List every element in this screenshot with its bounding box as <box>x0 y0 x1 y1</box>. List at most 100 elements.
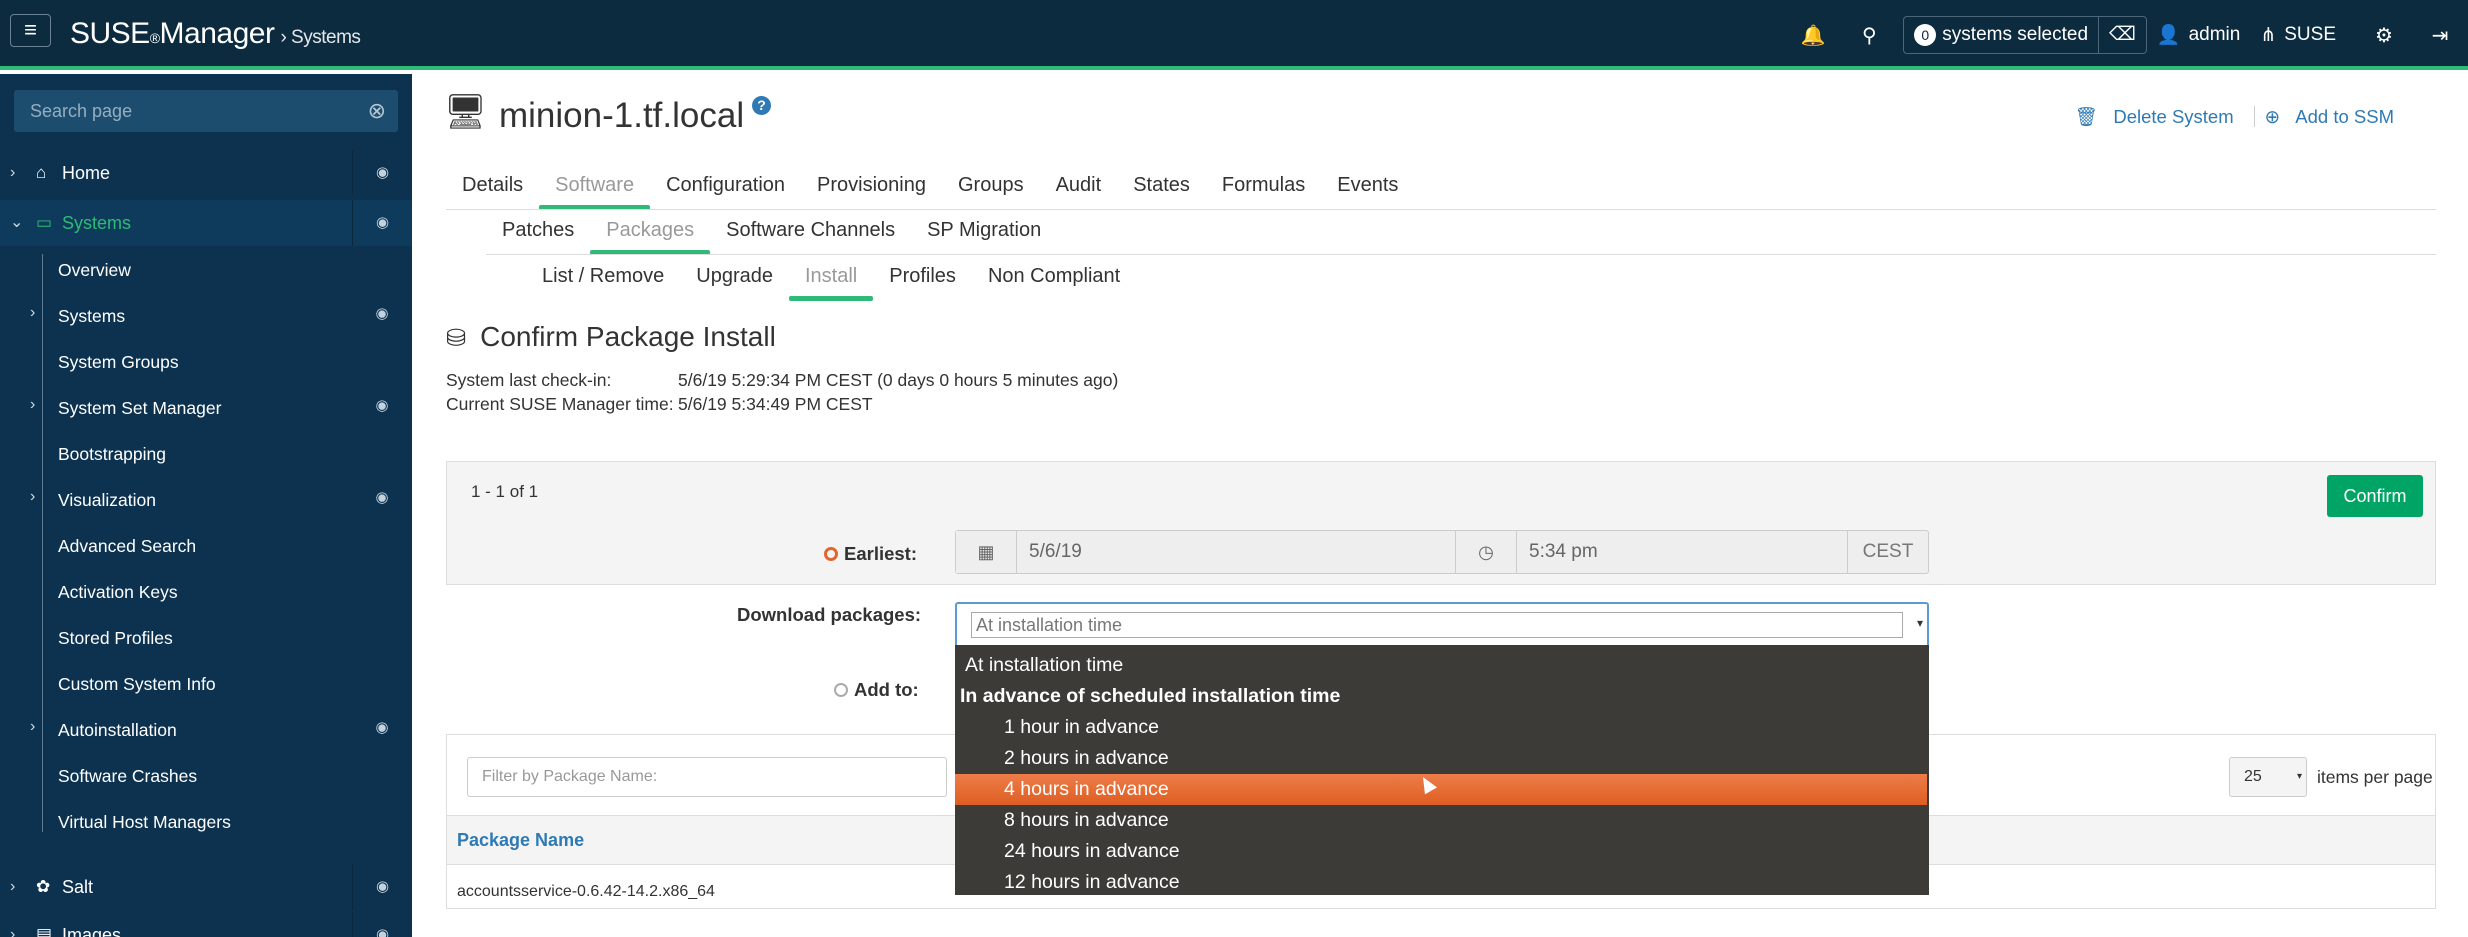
sidebar-sub-ssm[interactable]: System Set Manager <box>58 388 221 428</box>
column-package-name[interactable]: Package Name <box>457 830 584 851</box>
chevron-right-icon[interactable]: › <box>30 718 35 736</box>
tab-configuration[interactable]: Configuration <box>650 162 801 208</box>
pin-icon[interactable]: ◉ <box>352 488 412 506</box>
delete-system-label[interactable]: Delete System <box>2103 106 2243 127</box>
sidebar-sub-autoinstallation[interactable]: Autoinstallation <box>58 710 177 750</box>
eraser-icon[interactable]: ⌫ <box>2098 16 2146 54</box>
org-link[interactable]: SUSE <box>2284 24 2336 46</box>
preferences-icon[interactable]: ⚙ <box>2356 23 2412 48</box>
pin-icon[interactable]: ◉ <box>352 396 412 414</box>
brand-logo[interactable]: SUSE®Manager › Systems <box>70 17 361 51</box>
tab-packages[interactable]: Packages <box>590 207 710 255</box>
sidebar-sub-software-crashes[interactable]: Software Crashes <box>58 756 197 796</box>
dropdown-option[interactable]: 8 hours in advance <box>955 805 1927 836</box>
date-input[interactable]: 5/6/19 <box>1016 531 1456 573</box>
help-icon[interactable]: ? <box>752 96 771 115</box>
pin-icon[interactable]: ◉ <box>352 912 412 937</box>
tab-list-remove[interactable]: List / Remove <box>526 253 680 299</box>
chevron-right-icon[interactable]: › <box>10 150 15 196</box>
menu-toggle-icon[interactable]: ≡ <box>10 14 51 47</box>
tab-software-channels[interactable]: Software Channels <box>710 207 911 253</box>
sidebar-item-label[interactable]: Images <box>62 912 121 937</box>
sign-out-icon[interactable]: ⇥ <box>2412 23 2468 48</box>
bell-icon[interactable]: 🔔 <box>1785 23 1841 48</box>
dropdown-option[interactable]: 12 hours in advance <box>955 867 1927 898</box>
dropdown-option[interactable]: 24 hours in advance <box>955 836 1927 867</box>
pin-icon[interactable]: ◉ <box>352 864 412 910</box>
chevron-right-icon[interactable]: › <box>10 912 15 937</box>
pin-icon[interactable]: ◉ <box>352 150 412 196</box>
dropdown-option-highlighted[interactable]: 4 hours in advance <box>955 774 1927 805</box>
pin-icon[interactable]: ◉ <box>352 304 412 322</box>
tab-events[interactable]: Events <box>1321 162 1414 208</box>
add-to-ssm-link[interactable]: ⊕ Add to SSM <box>2255 106 2414 127</box>
time-input[interactable]: 5:34 pm <box>1516 531 1848 573</box>
dropdown-option[interactable]: 2 hours in advance <box>955 743 1927 774</box>
sidebar-sub-visualization[interactable]: Visualization <box>58 480 156 520</box>
chevron-right-icon[interactable]: › <box>30 488 35 506</box>
tab-patches[interactable]: Patches <box>486 207 590 253</box>
ssm-label[interactable]: systems selected <box>1942 24 2098 46</box>
earliest-label[interactable]: Earliest: <box>824 543 917 565</box>
chevron-down-icon[interactable]: ⌄ <box>10 200 23 246</box>
caret-down-icon[interactable]: ▾ <box>1917 616 1923 630</box>
dropdown-option[interactable]: 1 hour in advance <box>955 712 1927 743</box>
tab-groups[interactable]: Groups <box>942 162 1040 208</box>
tab-states[interactable]: States <box>1117 162 1206 208</box>
confirm-button[interactable]: Confirm <box>2327 475 2423 517</box>
tab-sp-migration[interactable]: SP Migration <box>911 207 1057 253</box>
dropdown-option-at-install[interactable]: At installation time <box>955 650 1927 681</box>
chevron-right-icon[interactable]: › <box>30 396 35 414</box>
breadcrumb[interactable]: › Systems <box>280 27 360 48</box>
earliest-radio[interactable] <box>824 547 838 561</box>
sidebar-sub-custom-system-info[interactable]: Custom System Info <box>58 664 216 704</box>
calendar-icon[interactable]: ▦ <box>956 531 1016 573</box>
sidebar-item-label[interactable]: Salt <box>62 864 93 910</box>
sidebar-item-salt[interactable]: › ✿ Salt ◉ <box>0 864 412 910</box>
sidebar-item-systems[interactable]: ⌄ ▭ Systems ◉ <box>0 200 412 246</box>
per-page-select[interactable]: 25 ▾ <box>2229 757 2307 797</box>
sidebar-sub-advanced-search[interactable]: Advanced Search <box>58 526 196 566</box>
tab-audit[interactable]: Audit <box>1040 162 1118 208</box>
chevron-right-icon[interactable]: › <box>30 304 35 322</box>
download-packages-select[interactable]: At installation time ▾ <box>955 602 1929 648</box>
table-row[interactable]: accountsservice-0.6.42-14.2.x86_64 <box>457 883 715 901</box>
clock-icon[interactable]: ◷ <box>1456 531 1516 573</box>
breadcrumb-systems[interactable]: Systems <box>291 27 361 48</box>
sidebar-item-label[interactable]: Home <box>62 150 110 196</box>
chevron-right-icon[interactable]: › <box>10 864 15 910</box>
sidebar-sub-system-groups[interactable]: System Groups <box>58 342 179 382</box>
tab-software[interactable]: Software <box>539 162 651 210</box>
sidebar-sub-stored-profiles[interactable]: Stored Profiles <box>58 618 173 658</box>
tab-upgrade[interactable]: Upgrade <box>680 253 789 299</box>
tab-install[interactable]: Install <box>788 253 874 301</box>
add-to-ssm-label[interactable]: Add to SSM <box>2285 106 2404 127</box>
search-page-input[interactable]: Search page ⊗ <box>14 90 398 132</box>
filter-input[interactable]: Filter by Package Name: <box>467 757 947 797</box>
sidebar-sub-systems[interactable]: Systems <box>58 296 125 336</box>
sidebar-sub-virtual-host-managers[interactable]: Virtual Host Managers <box>58 802 231 842</box>
user-link[interactable]: admin <box>2189 24 2241 46</box>
tab-details[interactable]: Details <box>446 162 539 208</box>
sidebar-sub-overview[interactable]: Overview <box>58 250 131 290</box>
clear-search-icon[interactable]: ⊗ <box>368 90 386 132</box>
ssm-selector[interactable]: 0 systems selected ⌫ <box>1903 16 2147 54</box>
tab-provisioning[interactable]: Provisioning <box>801 162 942 208</box>
sidebar-item-label[interactable]: Systems <box>62 200 131 246</box>
sidebar-sub-activation-keys[interactable]: Activation Keys <box>58 572 178 612</box>
tab-non-compliant[interactable]: Non Compliant <box>972 253 1136 299</box>
add-to-radio[interactable] <box>834 683 848 697</box>
sidebar-item-home[interactable]: › ⌂ Home ◉ <box>0 150 412 196</box>
tab-formulas[interactable]: Formulas <box>1206 162 1321 208</box>
pin-icon[interactable]: ◉ <box>352 200 412 246</box>
download-search-input[interactable]: At installation time <box>971 612 1903 638</box>
home-icon: ⌂ <box>36 163 47 182</box>
sidebar-item-images[interactable]: › ▤ Images ◉ <box>0 912 412 937</box>
delete-system-link[interactable]: 🗑 Delete System <box>2065 106 2254 127</box>
add-to-label[interactable]: Add to: <box>834 679 919 701</box>
pin-icon[interactable]: ◉ <box>352 718 412 736</box>
tab-profiles[interactable]: Profiles <box>873 253 972 299</box>
sidebar-sub-bootstrapping[interactable]: Bootstrapping <box>58 434 166 474</box>
section-title: ⛁ Confirm Package Install <box>446 321 776 353</box>
search-icon[interactable]: ⚲ <box>1841 23 1897 48</box>
